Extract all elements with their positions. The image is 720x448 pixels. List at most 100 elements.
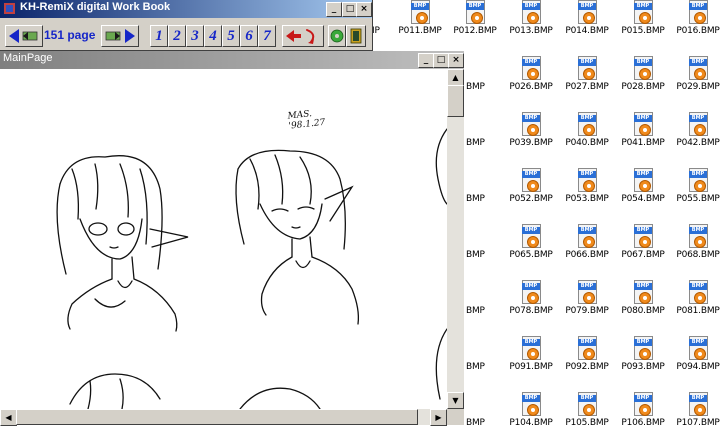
desktop-file-icon[interactable]: BMP P106.BMP <box>615 392 671 448</box>
desktop-file-icon[interactable]: BMP P107.BMP <box>670 392 720 448</box>
vertical-scrollbar[interactable]: ▲ ▼ <box>447 69 464 409</box>
desktop-file-icon[interactable]: BMP P066.BMP <box>559 224 615 280</box>
desktop-file-label: P106.BMP <box>621 418 665 428</box>
scroll-left-button[interactable]: ◀ <box>0 409 17 426</box>
desktop-file-label: P093.BMP <box>621 362 665 372</box>
page-button-5[interactable]: 5 <box>222 25 240 47</box>
previous-page-button[interactable] <box>5 25 43 47</box>
sketch-canvas[interactable]: MAS. '98.1.27 <box>0 69 447 409</box>
desktop-file-icon[interactable]: BMP P012.BMP <box>447 0 503 56</box>
desktop-file-icon[interactable]: BMP P011.BMP <box>392 0 448 56</box>
desktop-file-icon[interactable]: BMP P094.BMP <box>670 336 720 392</box>
desktop-file-icon[interactable]: BMP P042.BMP <box>670 112 720 168</box>
bmp-file-icon: BMP <box>689 280 709 304</box>
desktop-file-icon[interactable]: BMP P081.BMP <box>670 280 720 336</box>
horizontal-scrollbar[interactable]: ◀ ▶ <box>0 409 447 426</box>
desktop-file-icon[interactable]: BMP P055.BMP <box>670 168 720 224</box>
scroll-up-button[interactable]: ▲ <box>447 69 464 86</box>
page-button-2[interactable]: 2 <box>168 25 186 47</box>
desktop-file-label: P040.BMP <box>565 138 609 148</box>
exit-button[interactable] <box>346 25 366 47</box>
right-character-sketch <box>235 149 360 325</box>
scroll-right-button[interactable]: ▶ <box>430 409 447 426</box>
page-button-6[interactable]: 6 <box>240 25 258 47</box>
desktop-file-label: P054.BMP <box>621 194 665 204</box>
toolbar-window-title: KH-RemiX digital Work Book <box>20 1 171 13</box>
app-icon <box>4 3 15 14</box>
desktop-file-icon[interactable]: BMP P052.BMP <box>503 168 559 224</box>
bmp-file-icon: BMP <box>634 392 654 416</box>
partial-file-label: BMP <box>466 362 485 372</box>
desktop-file-icon[interactable]: BMP P067.BMP <box>615 224 671 280</box>
desktop-file-label: P068.BMP <box>676 250 720 260</box>
arrow-right-icon <box>105 29 135 43</box>
scrollbar-corner <box>447 409 464 425</box>
minimize-button[interactable]: _ <box>326 2 342 17</box>
desktop-file-icon[interactable]: BMP P028.BMP <box>615 56 671 112</box>
bmp-file-icon: BMP <box>578 0 598 24</box>
desktop-file-icon[interactable]: BMP P079.BMP <box>559 280 615 336</box>
desktop-file-icon[interactable]: BMP P029.BMP <box>670 56 720 112</box>
bmp-file-icon: BMP <box>689 112 709 136</box>
main-close-button[interactable]: × <box>448 53 464 68</box>
bmp-file-icon: BMP <box>578 392 598 416</box>
bmp-file-icon: BMP <box>689 336 709 360</box>
horizontal-scroll-thumb[interactable] <box>16 409 418 425</box>
page-button-1[interactable]: 1 <box>150 25 168 47</box>
page-button-7[interactable]: 7 <box>258 25 276 47</box>
partial-file-label: BMP <box>466 194 485 204</box>
partial-file-label: BMP <box>466 250 485 260</box>
back-return-button[interactable] <box>282 25 324 47</box>
desktop-file-icon[interactable]: BMP P078.BMP <box>503 280 559 336</box>
desktop-file-icon[interactable]: BMP P091.BMP <box>503 336 559 392</box>
bmp-file-icon: BMP <box>522 168 542 192</box>
desktop-file-icon[interactable]: BMP P026.BMP <box>503 56 559 112</box>
bmp-file-icon: BMP <box>634 224 654 248</box>
desktop-file-icon[interactable]: BMP P105.BMP <box>559 392 615 448</box>
next-page-button[interactable] <box>101 25 139 47</box>
desktop-file-icon[interactable]: BMP P041.BMP <box>615 112 671 168</box>
desktop-file-label: P094.BMP <box>676 362 720 372</box>
desktop-file-icon[interactable]: BMP P093.BMP <box>615 336 671 392</box>
desktop-file-icon[interactable]: BMP P104.BMP <box>503 392 559 448</box>
bmp-file-icon: BMP <box>689 0 709 24</box>
bmp-file-icon: BMP <box>634 168 654 192</box>
page-button-3[interactable]: 3 <box>186 25 204 47</box>
bmp-file-icon: BMP <box>689 168 709 192</box>
return-arrows-icon <box>286 29 315 44</box>
settings-button[interactable] <box>328 25 346 47</box>
desktop-file-label: P104.BMP <box>509 418 553 428</box>
page-button-4[interactable]: 4 <box>204 25 222 47</box>
desktop-file-icon[interactable]: BMP P039.BMP <box>503 112 559 168</box>
desktop-file-icon[interactable]: BMP P080.BMP <box>615 280 671 336</box>
main-minimize-button[interactable]: _ <box>418 53 434 68</box>
desktop-file-label: P080.BMP <box>621 306 665 316</box>
desktop-file-icon[interactable]: BMP P040.BMP <box>559 112 615 168</box>
main-maximize-button[interactable]: □ <box>433 53 449 68</box>
toolbar-window-titlebar[interactable]: KH-RemiX digital Work Book _ □ × <box>0 0 372 18</box>
bmp-file-icon: BMP <box>522 280 542 304</box>
desktop-file-label: P079.BMP <box>565 306 609 316</box>
desktop-file-label: P016.BMP <box>676 26 720 36</box>
desktop-file-icon[interactable]: BMP P013.BMP <box>503 0 559 56</box>
desktop-file-icon[interactable]: BMP P065.BMP <box>503 224 559 280</box>
vertical-scroll-thumb[interactable] <box>447 85 464 117</box>
desktop-file-icon[interactable]: BMP P053.BMP <box>559 168 615 224</box>
desktop-file-icon[interactable]: BMP P068.BMP <box>670 224 720 280</box>
desktop-file-label: P092.BMP <box>565 362 609 372</box>
close-button[interactable]: × <box>356 2 372 17</box>
partial-file-label: BMP <box>466 306 485 316</box>
desktop-file-icon[interactable]: BMP P027.BMP <box>559 56 615 112</box>
desktop-file-label: P107.BMP <box>676 418 720 428</box>
desktop-file-icon[interactable]: BMP P054.BMP <box>615 168 671 224</box>
desktop-file-label: P105.BMP <box>565 418 609 428</box>
desktop-file-label: P027.BMP <box>565 82 609 92</box>
scroll-down-button[interactable]: ▼ <box>447 392 464 409</box>
desktop-file-icon[interactable]: BMP P016.BMP <box>670 0 720 56</box>
desktop-file-icon[interactable]: BMP P014.BMP <box>559 0 615 56</box>
desktop-file-icon[interactable]: BMP P092.BMP <box>559 336 615 392</box>
main-window-titlebar[interactable]: MainPage _ □ × <box>0 51 464 69</box>
main-window-title: MainPage <box>3 52 53 64</box>
desktop-file-icon[interactable]: BMP P015.BMP <box>615 0 671 56</box>
left-character-sketch <box>56 155 189 332</box>
